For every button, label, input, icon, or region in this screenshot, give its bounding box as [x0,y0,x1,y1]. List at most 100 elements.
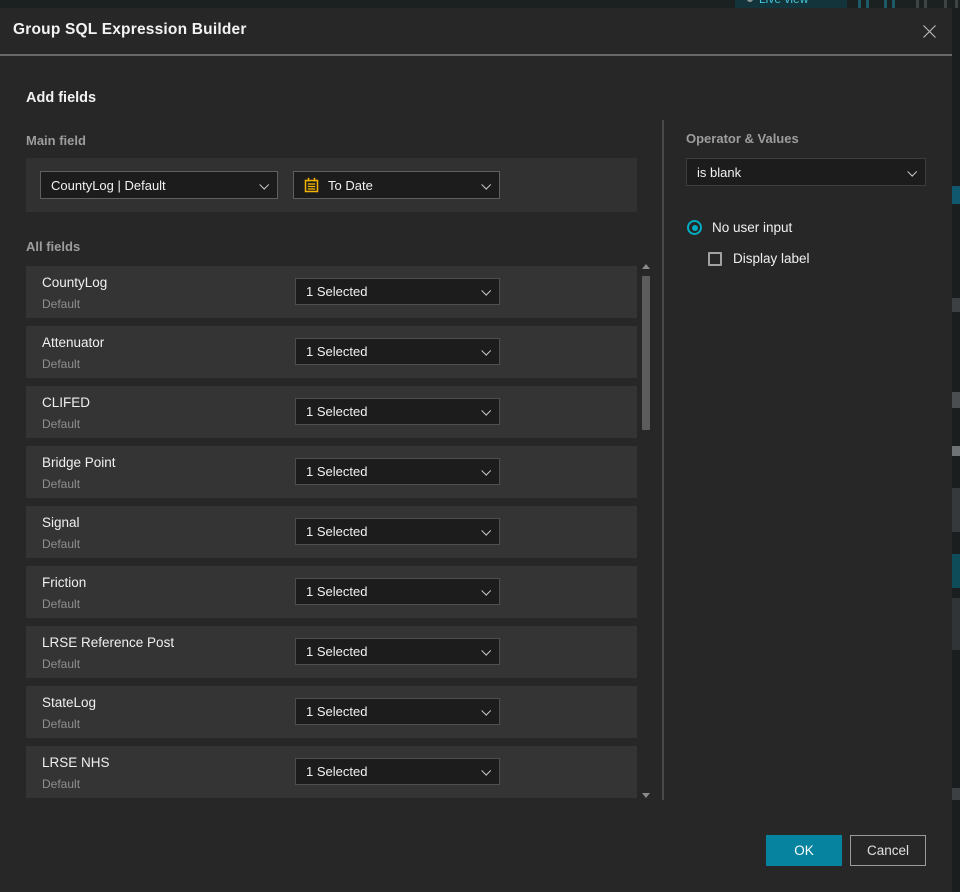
cancel-button[interactable]: Cancel [850,835,926,866]
scroll-down-arrow-icon[interactable] [642,793,650,798]
underlay-fragment [952,554,960,588]
close-icon[interactable] [919,21,939,41]
dialog-title: Group SQL Expression Builder [13,21,247,38]
chevron-down-icon [907,166,918,177]
main-field-select[interactable]: CountyLog | Default [40,171,278,199]
field-name: Bridge Point [42,455,116,470]
field-selection-select[interactable]: 1 Selected [295,638,500,665]
screen: Live view Group SQL Expression Builder A… [0,0,960,892]
series-bar-icon [858,0,861,8]
field-layer-sub-label: Default [42,477,81,491]
panel-divider [662,120,664,800]
chevron-down-icon [481,645,492,656]
field-selection-value: 1 Selected [306,524,368,539]
underlay-fragment [952,392,960,408]
field-layer-sub-label: Default [42,297,81,311]
field-layer-sub-label: Default [42,597,81,611]
field-selection-value: 1 Selected [306,404,368,419]
main-field-select-value: CountyLog | Default [51,177,166,193]
field-row: Signal Default 1 Selected [26,506,637,558]
field-selection-value: 1 Selected [306,644,368,659]
field-layer-sub-label: Default [42,417,81,431]
date-type-select-value: To Date [328,177,373,193]
field-name: CountyLog [42,275,108,290]
live-view-label: Live view [759,0,808,6]
underlay-fragment [952,488,960,532]
add-fields-heading: Add fields [26,90,97,106]
field-selection-select[interactable]: 1 Selected [295,698,500,725]
field-selection-value: 1 Selected [306,284,368,299]
field-name: Friction [42,575,87,590]
field-name: StateLog [42,695,97,710]
display-label-checkbox[interactable] [708,251,722,266]
group-sql-expression-builder-dialog: Group SQL Expression Builder Add fields … [0,8,952,892]
live-dot-icon [747,0,753,2]
field-selection-value: 1 Selected [306,704,368,719]
underlying-app-right-edge [952,8,960,892]
series-bar-icon [944,0,947,8]
chevron-down-icon [481,525,492,536]
chevron-down-icon [481,465,492,476]
no-user-input-option[interactable]: No user input [687,220,792,235]
field-row: LRSE NHS Default 1 Selected [26,746,637,798]
series-bar-icon [955,0,958,8]
chevron-down-icon [481,705,492,716]
series-bar-icon [866,0,869,8]
underlay-fragment [952,186,960,204]
list-scrollbar[interactable] [641,262,653,802]
display-label-text: Display label [733,251,810,266]
no-user-input-label: No user input [712,220,793,235]
field-selection-select[interactable]: 1 Selected [295,398,500,425]
field-selection-value: 1 Selected [306,584,368,599]
scroll-up-arrow-icon[interactable] [642,264,650,269]
chevron-down-icon [481,765,492,776]
scrollbar-thumb[interactable] [642,276,650,430]
main-field-row: CountyLog | Default To Date [26,158,637,212]
field-layer-sub-label: Default [42,777,81,791]
field-row: LRSE Reference Post Default 1 Selected [26,626,637,678]
field-name: LRSE NHS [42,755,110,770]
field-selection-select[interactable]: 1 Selected [295,578,500,605]
field-layer-sub-label: Default [42,657,81,671]
underlay-fragment [952,788,960,800]
all-fields-list: CountyLog Default 1 Selected Attenuator … [26,266,637,806]
field-selection-value: 1 Selected [306,764,368,779]
ok-button[interactable]: OK [766,835,842,866]
chevron-down-icon [259,179,270,190]
field-layer-sub-label: Default [42,537,81,551]
field-row: Attenuator Default 1 Selected [26,326,637,378]
main-field-label: Main field [26,133,86,148]
operator-select-value: is blank [697,164,742,180]
field-row: Bridge Point Default 1 Selected [26,446,637,498]
chevron-down-icon [481,345,492,356]
no-user-input-radio[interactable] [687,220,702,235]
chevron-down-icon [481,179,492,190]
chevron-down-icon [481,285,492,296]
field-selection-select[interactable]: 1 Selected [295,338,500,365]
field-selection-select[interactable]: 1 Selected [295,758,500,785]
field-row: CountyLog Default 1 Selected [26,266,637,318]
all-fields-label: All fields [26,239,81,254]
underlying-app-top-edge: Live view [0,0,960,8]
field-selection-select[interactable]: 1 Selected [295,518,500,545]
display-label-option[interactable]: Display label [708,251,810,266]
series-bar-icon [892,0,895,8]
field-selection-select[interactable]: 1 Selected [295,458,500,485]
underlay-fragment [952,598,960,650]
live-view-button[interactable]: Live view [735,0,847,8]
field-name: LRSE Reference Post [42,635,175,650]
operator-values-heading: Operator & Values [686,131,799,146]
date-type-select[interactable]: To Date [293,171,500,199]
chevron-down-icon [481,405,492,416]
field-name: CLIFED [42,395,91,410]
dialog-header: Group SQL Expression Builder [0,8,952,56]
series-bar-icon [916,0,919,8]
field-name: Signal [42,515,80,530]
chevron-down-icon [481,585,492,596]
field-row: StateLog Default 1 Selected [26,686,637,738]
operator-select[interactable]: is blank [686,158,926,186]
field-selection-select[interactable]: 1 Selected [295,278,500,305]
calendar-icon [304,177,319,193]
series-bar-icon [884,0,887,8]
field-layer-sub-label: Default [42,357,81,371]
